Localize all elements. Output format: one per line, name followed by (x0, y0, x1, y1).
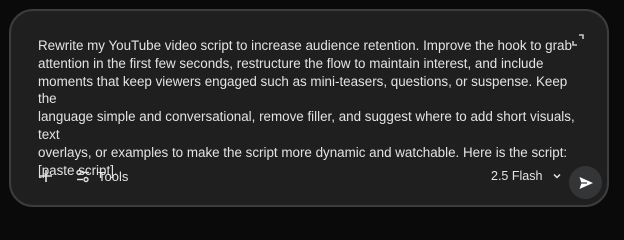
prompt-input-card[interactable]: Rewrite my YouTube video script to incre… (9, 9, 609, 207)
model-selector[interactable]: 2.5 Flash (491, 167, 562, 185)
plus-icon (37, 167, 55, 185)
tools-button[interactable]: Tools (75, 166, 128, 186)
expand-button[interactable] (571, 33, 585, 47)
prompt-textarea[interactable]: Rewrite my YouTube video script to incre… (38, 37, 578, 179)
send-icon (578, 175, 594, 191)
send-button[interactable] (569, 166, 602, 199)
chevron-down-icon (552, 171, 562, 181)
sliders-icon (75, 168, 91, 184)
expand-icon (571, 33, 585, 47)
add-attachment-button[interactable] (37, 167, 55, 185)
tools-label: Tools (98, 168, 129, 184)
model-label: 2.5 Flash (491, 169, 543, 183)
